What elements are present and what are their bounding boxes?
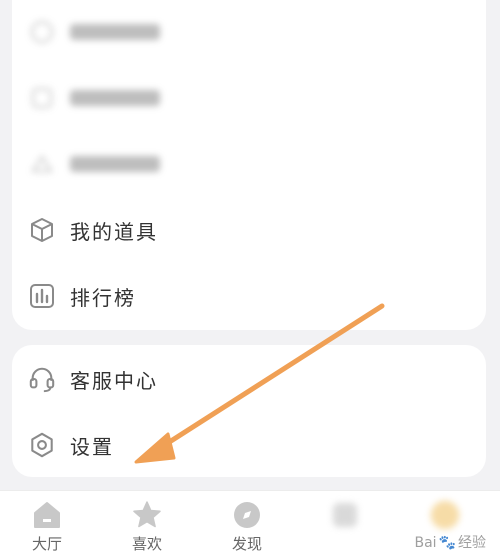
headset-icon [28,365,56,393]
bar-chart-icon [28,282,56,310]
paw-icon: 🐾 [438,535,456,551]
menu-item-label: 客服中心 [70,368,158,393]
service-card: 客服中心 设置 [12,345,486,477]
tab-favorites[interactable]: 喜欢 [112,499,182,554]
tab-label: 发现 [231,535,262,553]
menu-item-label: 排行榜 [70,285,136,310]
menu-item-ranking[interactable]: 排行榜 [12,264,486,328]
tab-blurred[interactable] [410,499,480,531]
watermark: Bai 🐾 经验 [414,532,486,552]
watermark-text: Bai [414,535,437,551]
home-icon [31,499,63,531]
menu-item-label: 设置 [70,434,114,459]
box-icon [28,216,56,244]
blurred-menu-row [12,0,486,64]
star-icon [131,499,163,531]
blurred-icon [28,84,56,112]
menu-card: 我的道具 排行榜 [12,0,486,330]
menu-item-props[interactable]: 我的道具 [12,198,486,262]
tab-label: 喜欢 [131,535,162,553]
blurred-icon [28,18,56,46]
menu-item-customer-service[interactable]: 客服中心 [12,347,486,411]
tab-blurred[interactable] [310,499,380,531]
menu-item-settings[interactable]: 设置 [12,413,486,477]
menu-item-label: 我的道具 [70,219,158,244]
compass-icon [231,499,263,531]
blurred-menu-row [12,66,486,130]
tab-lobby[interactable]: 大厅 [12,499,82,554]
tab-discover[interactable]: 发现 [212,499,282,554]
settings-icon [28,431,56,459]
tab-label: 大厅 [31,535,62,553]
blurred-tab-icon [329,499,361,531]
blurred-menu-row [12,132,486,196]
watermark-text: 经验 [458,535,486,551]
blurred-icon [28,150,56,178]
blurred-avatar-icon [429,499,461,531]
